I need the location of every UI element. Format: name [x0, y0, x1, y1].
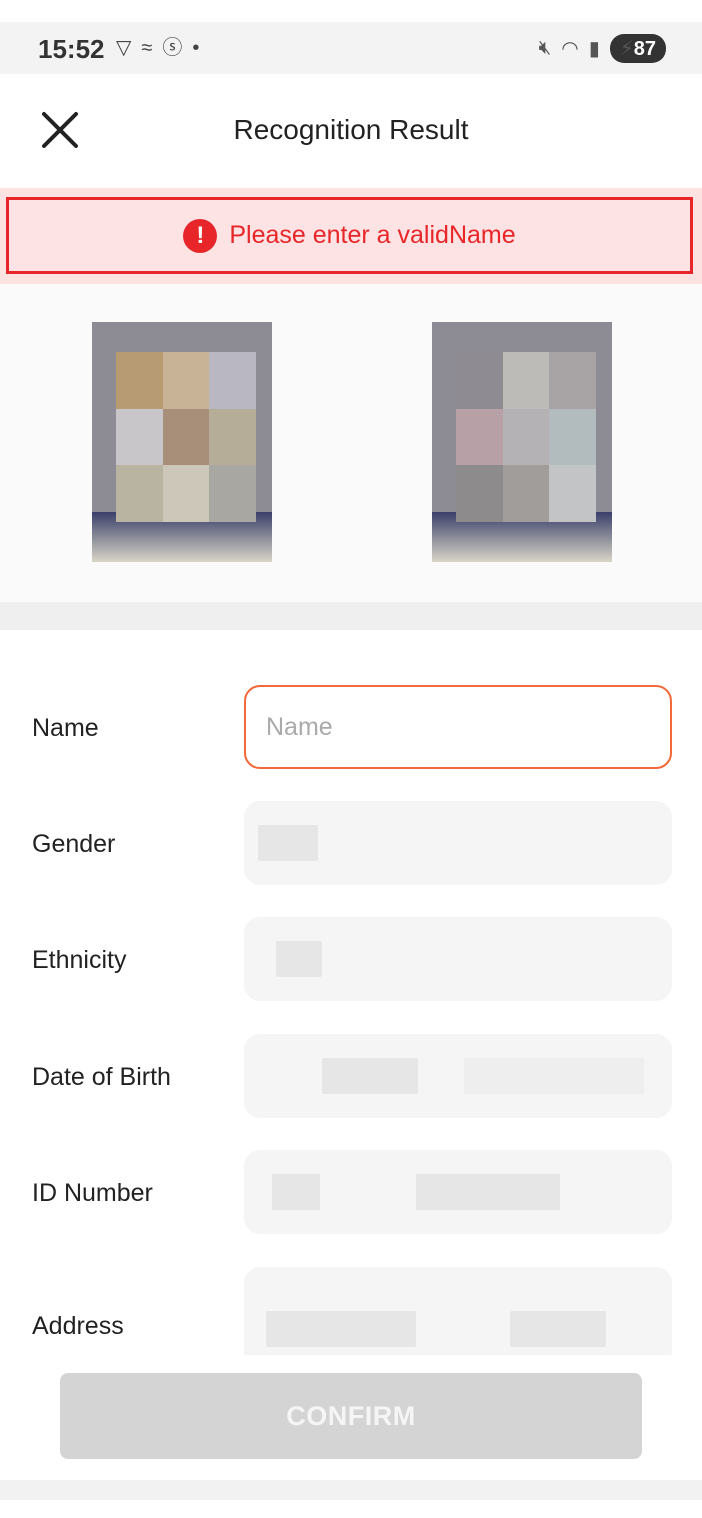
ethnicity-field[interactable] — [244, 917, 672, 1001]
wifi-icon: ◠ — [561, 38, 579, 60]
id-number-field[interactable] — [244, 1150, 672, 1234]
footer: CONFIRM — [0, 1355, 702, 1480]
error-area: ! Please enter a validName — [0, 188, 702, 284]
name-input[interactable] — [246, 687, 670, 767]
redacted-value — [276, 941, 322, 977]
gender-field[interactable] — [244, 801, 672, 885]
id-form: Name Gender Ethnicity Date of Birth ID N… — [0, 630, 702, 1355]
redacted-value — [266, 1311, 416, 1347]
signal-wave-icon: ≈ — [141, 37, 153, 59]
cell-signal-icon: ▮ — [588, 38, 600, 60]
status-time: 15:52 — [38, 34, 105, 64]
error-banner: ! Please enter a validName — [6, 197, 693, 274]
name-label: Name — [32, 714, 99, 742]
redacted-value — [416, 1174, 560, 1210]
dob-field[interactable] — [244, 1034, 672, 1118]
dob-label: Date of Birth — [32, 1063, 171, 1091]
redacted-value — [272, 1174, 320, 1210]
gender-label: Gender — [32, 830, 116, 858]
ethnicity-label: Ethnicity — [32, 946, 127, 974]
battery-icon: ⚡87 — [609, 34, 666, 63]
error-message: Please enter a validName — [229, 221, 516, 249]
vpn-icon: ▽ — [116, 37, 132, 59]
address-field[interactable] — [244, 1267, 672, 1355]
id-photos — [0, 284, 702, 868]
sim-icon: ⓢ — [162, 37, 183, 59]
battery-level: 87 — [633, 38, 656, 60]
name-field[interactable] — [244, 685, 672, 769]
section-divider — [0, 602, 702, 630]
redacted-value — [464, 1058, 644, 1094]
id-back-photo[interactable] — [432, 322, 612, 562]
confirm-button[interactable]: CONFIRM — [60, 1373, 642, 1459]
id-front-photo[interactable] — [92, 322, 272, 562]
page-title: Recognition Result — [233, 114, 469, 145]
dot-icon: • — [192, 37, 200, 59]
id-number-label: ID Number — [32, 1179, 153, 1207]
redacted-value — [258, 825, 318, 861]
header: Recognition Result — [0, 74, 702, 186]
address-label: Address — [32, 1312, 124, 1340]
status-bar: 15:52 ▽ ≈ ⓢ • 🔇︎ ◠ ▮ ⚡87 — [0, 22, 702, 74]
bottom-strip — [0, 1480, 702, 1500]
mute-icon: 🔇︎ — [538, 37, 552, 59]
redacted-value — [510, 1311, 606, 1347]
alert-icon: ! — [183, 218, 218, 253]
redacted-value — [322, 1058, 418, 1094]
